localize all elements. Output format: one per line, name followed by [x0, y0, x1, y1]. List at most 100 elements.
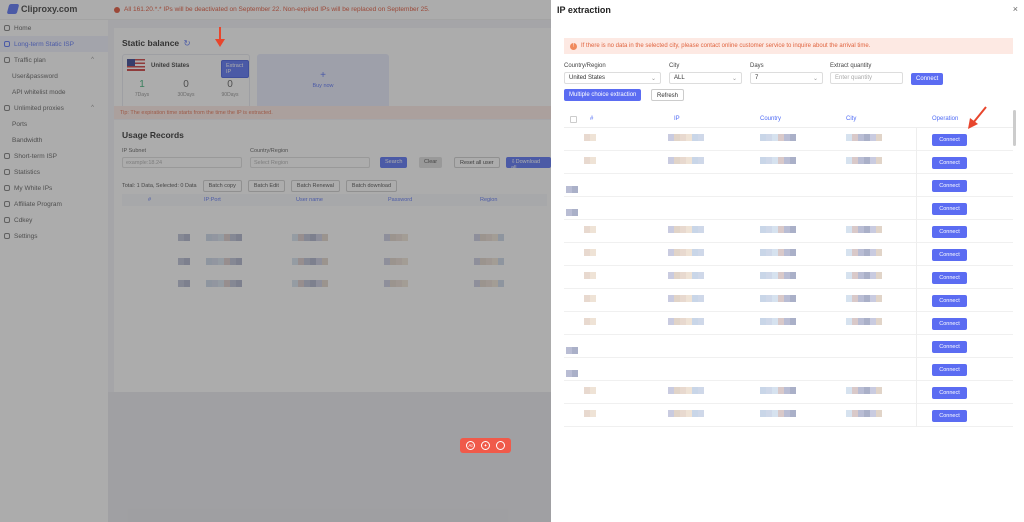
table-row: Connect [564, 312, 1013, 335]
table-row: Connect [564, 174, 1013, 197]
chat-bubble-icon[interactable] [496, 441, 505, 450]
redacted-cell [876, 295, 882, 302]
col-ip: IP [674, 116, 680, 122]
connect-button[interactable]: Connect [932, 410, 967, 422]
close-icon[interactable]: × [1013, 4, 1018, 14]
redacted-cell [590, 226, 596, 233]
table-row: Connect [564, 197, 1013, 220]
redacted-cell [698, 226, 704, 233]
redacted-cell [590, 157, 596, 164]
redacted-cell [876, 249, 882, 256]
redacted-cell [698, 249, 704, 256]
table-scrollbar[interactable] [1013, 110, 1016, 146]
connect-button[interactable]: Connect [932, 249, 967, 261]
redacted-cell [790, 295, 796, 302]
redacted-cell [572, 186, 578, 193]
table-row: Connect [564, 404, 1013, 427]
city-select[interactable]: ALL ⌄ [669, 72, 742, 84]
info-icon: ! [570, 42, 577, 50]
floating-toolbar: AI ✦ [460, 438, 511, 453]
magic-wand-icon[interactable]: ✦ [481, 441, 490, 450]
multiple-choice-button[interactable]: Multiple choice extraction [564, 89, 642, 101]
redacted-cell [790, 134, 796, 141]
connect-button[interactable]: Connect [932, 272, 967, 284]
redacted-cell [876, 272, 882, 279]
redacted-cell [590, 387, 596, 394]
connect-button[interactable]: Connect [932, 295, 967, 307]
ip-extraction-drawer: IP extraction × ! If there is no data in… [551, 0, 1024, 522]
column-divider [916, 174, 917, 197]
extraction-table-header: # IP Country City Operation [564, 110, 1013, 128]
connect-button[interactable]: Connect [932, 226, 967, 238]
refresh-button[interactable]: Refresh [651, 89, 685, 101]
column-divider [916, 404, 917, 427]
filter-connect-button[interactable]: Connect [911, 73, 944, 85]
redacted-cell [698, 295, 704, 302]
connect-button[interactable]: Connect [932, 157, 967, 169]
redacted-cell [698, 387, 704, 394]
redacted-cell [876, 134, 882, 141]
days-select[interactable]: 7 ⌄ [750, 72, 823, 84]
col-operation: Operation [932, 116, 959, 122]
connect-button[interactable]: Connect [932, 341, 967, 353]
city-value: ALL [674, 75, 685, 81]
column-divider [916, 243, 917, 266]
ai-icon[interactable]: AI [466, 441, 475, 450]
table-row: Connect [564, 128, 1013, 151]
days-value: 7 [755, 75, 759, 81]
redacted-cell [590, 272, 596, 279]
connect-button[interactable]: Connect [932, 387, 967, 399]
connect-button[interactable]: Connect [932, 180, 967, 192]
no-data-alert: ! If there is no data in the selected ci… [564, 38, 1013, 54]
column-divider [916, 381, 917, 404]
redacted-cell [698, 157, 704, 164]
chevron-down-icon: ⌄ [731, 76, 737, 82]
redacted-cell [876, 157, 882, 164]
quantity-label: Extract quantity [830, 63, 872, 69]
select-all-checkbox[interactable] [570, 116, 577, 123]
column-divider [916, 197, 917, 220]
connect-button[interactable]: Connect [932, 203, 967, 215]
column-divider [916, 335, 917, 358]
column-divider [916, 358, 917, 381]
alert-text: If there is no data in the selected city… [581, 43, 871, 49]
col-country: Country [760, 116, 782, 122]
redacted-cell [790, 249, 796, 256]
table-row: Connect [564, 381, 1013, 404]
redacted-cell [590, 410, 596, 417]
table-row: Connect [564, 289, 1013, 312]
redacted-cell [876, 318, 882, 325]
redacted-cell [698, 134, 704, 141]
redacted-cell [572, 209, 578, 216]
redacted-cell [698, 318, 704, 325]
redacted-cell [572, 347, 578, 354]
redacted-cell [876, 387, 882, 394]
chevron-down-icon: ⌄ [650, 76, 656, 82]
country-value: United States [569, 75, 606, 81]
annotation-arrow-icon [215, 27, 225, 47]
redacted-cell [590, 295, 596, 302]
drawer-title: IP extraction [557, 5, 611, 15]
table-row: Connect [564, 151, 1013, 174]
column-divider [916, 128, 917, 151]
redacted-cell [790, 226, 796, 233]
table-row: Connect [564, 220, 1013, 243]
redacted-cell [698, 272, 704, 279]
redacted-cell [590, 249, 596, 256]
col-index: # [590, 116, 594, 122]
country-select[interactable]: United States ⌄ [564, 72, 661, 84]
table-row: Connect [564, 335, 1013, 358]
redacted-cell [790, 157, 796, 164]
redacted-cell [590, 134, 596, 141]
redacted-cell [790, 272, 796, 279]
connect-button[interactable]: Connect [932, 364, 967, 376]
column-divider [916, 289, 917, 312]
redacted-cell [572, 370, 578, 377]
redacted-cell [590, 318, 596, 325]
connect-button[interactable]: Connect [932, 134, 967, 146]
column-divider [916, 312, 917, 335]
quantity-input[interactable]: Enter quantity [830, 72, 903, 84]
table-row: Connect [564, 358, 1013, 381]
redacted-cell [790, 387, 796, 394]
connect-button[interactable]: Connect [932, 318, 967, 330]
